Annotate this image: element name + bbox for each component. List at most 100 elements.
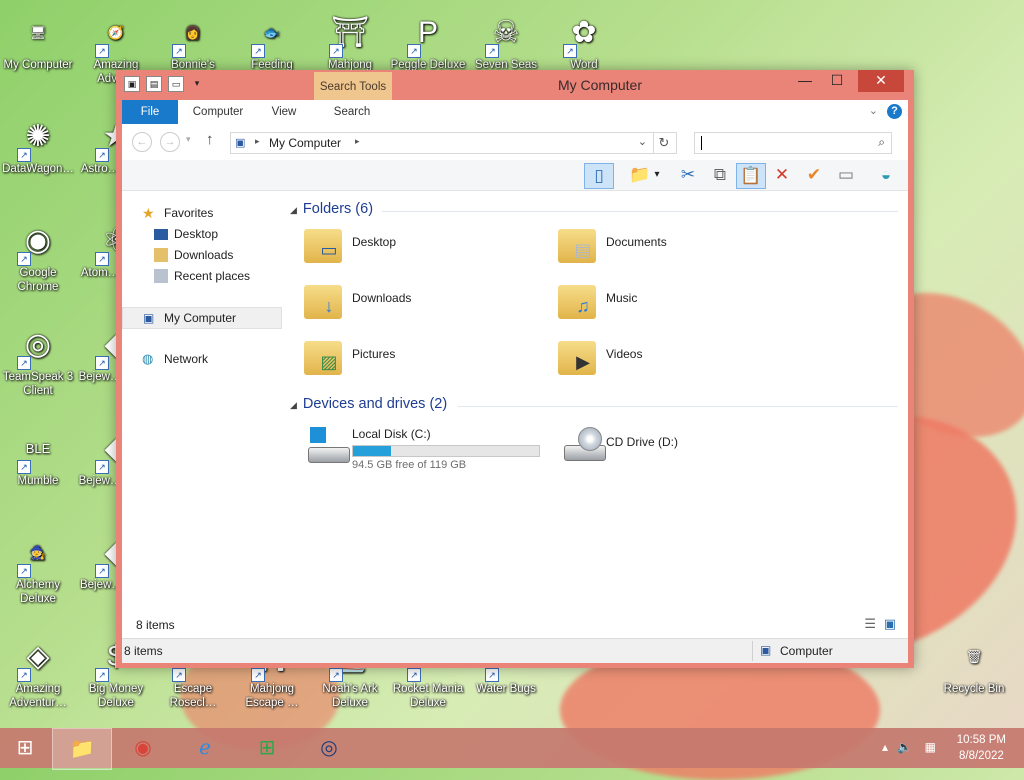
- nav-network[interactable]: ◍ Network: [122, 349, 280, 369]
- chrome-taskbar-button[interactable]: ◉: [114, 728, 172, 768]
- close-button[interactable]: ✕: [858, 70, 904, 92]
- desktop-icon-label: Big Money Deluxe: [88, 683, 144, 709]
- store-taskbar-button[interactable]: ⊞: [238, 728, 296, 768]
- desktop-icon-google-chrome[interactable]: ◉ ↗ Google Chrome: [0, 214, 76, 294]
- tab-computer[interactable]: Computer: [184, 100, 252, 124]
- app-icon: ⛩↗: [329, 16, 370, 58]
- computer-icon: ▣: [143, 311, 155, 325]
- desktop-icon-peggle-deluxe[interactable]: P ↗ Peggle Deluxe: [390, 6, 466, 72]
- folder-name: Pictures: [352, 347, 396, 361]
- folder-item-music[interactable]: ♫ Music: [544, 275, 784, 327]
- desktop-icon-alchemy-deluxe[interactable]: 🧙 ↗ Alchemy Deluxe: [0, 526, 76, 606]
- folder-item-downloads[interactable]: ↓ Downloads: [290, 275, 530, 327]
- desktop-icon-bonnie-s[interactable]: 👩 ↗ Bonnie's: [155, 6, 231, 72]
- nav-desktop[interactable]: Desktop: [122, 224, 280, 244]
- desktop-icon-amazing-adventur[interactable]: ◈ ↗ Amazing Adventur…: [0, 630, 76, 710]
- folder-icon: ▶: [556, 335, 600, 379]
- refresh-button[interactable]: ↻: [652, 132, 677, 154]
- drives-group-header[interactable]: ◢ Devices and drives (2): [290, 396, 900, 412]
- back-button[interactable]: ←: [132, 132, 152, 152]
- rename-icon[interactable]: ▭: [832, 163, 860, 187]
- search-input[interactable]: ⌕: [694, 132, 892, 154]
- desktop-icon-datawagon[interactable]: ✺ ↗ DataWagon…: [0, 110, 76, 176]
- nav-my-computer[interactable]: ▣ My Computer: [122, 307, 282, 329]
- teamspeak-taskbar-button[interactable]: ◎: [300, 728, 358, 768]
- clock-date: 8/8/2022: [959, 750, 1004, 762]
- folders-group-header[interactable]: ◢ Folders (6): [290, 201, 900, 217]
- start-button[interactable]: ⊞: [0, 728, 50, 768]
- internet-explorer-taskbar-button[interactable]: ℯ: [176, 728, 234, 768]
- nav-favorites[interactable]: ★ Favorites: [122, 203, 280, 223]
- dropdown-icon[interactable]: ▾: [650, 163, 664, 187]
- text-cursor: [701, 136, 702, 150]
- folder-item-documents[interactable]: ▤ Documents: [544, 219, 784, 271]
- desktop-icon-feeding[interactable]: 🐟 ↗ Feeding: [234, 6, 310, 72]
- desktop-icon-mumble[interactable]: BLE ↗ Mumble: [0, 422, 76, 488]
- collapse-icon[interactable]: ◢: [290, 205, 297, 215]
- delete-icon[interactable]: ✕: [768, 163, 796, 187]
- drive-usage-fill: [353, 446, 392, 456]
- desktop-icon-my-computer[interactable]: 🖥 My Computer: [0, 6, 76, 72]
- system-clock[interactable]: 10:58 PM 8/8/2022: [957, 732, 1006, 764]
- breadcrumb[interactable]: My Computer: [269, 136, 341, 150]
- folder-item-desktop[interactable]: ▭ Desktop: [290, 219, 530, 271]
- tab-search[interactable]: Search: [322, 100, 382, 124]
- folder-item-videos[interactable]: ▶ Videos: [544, 331, 784, 383]
- nav-recent-places[interactable]: Recent places: [122, 266, 280, 286]
- desktop-icon-label: Water Bugs: [476, 683, 536, 695]
- desktop-icon-recycle-bin[interactable]: 🗑 Recycle Bin: [936, 630, 1012, 696]
- paste-icon[interactable]: 📋: [736, 163, 766, 189]
- tab-view[interactable]: View: [262, 100, 306, 124]
- file-explorer-taskbar-button[interactable]: 📁: [52, 728, 112, 770]
- nav-downloads[interactable]: Downloads: [122, 245, 280, 265]
- minimize-button[interactable]: —: [790, 70, 820, 92]
- show-hidden-icons-icon[interactable]: ▴: [882, 740, 888, 754]
- app-icon: P ↗: [405, 10, 451, 58]
- clock-time: 10:58 PM: [956, 734, 1006, 746]
- desktop-icon-word[interactable]: ✿ ↗ Word: [546, 6, 622, 72]
- shortcut-arrow-icon: ↗: [17, 148, 31, 162]
- address-bar[interactable]: ▣ ▸ My Computer ▸ ⌄: [230, 132, 654, 154]
- desktop-icon: [154, 229, 168, 240]
- desktop-icon-seven-seas[interactable]: ☠ ↗ Seven Seas: [468, 6, 544, 72]
- folder-icon: ▭: [302, 223, 346, 267]
- shortcut-arrow-icon: ↗: [95, 668, 109, 682]
- ribbon-tabs: File Computer View Search ⌄ ?: [122, 100, 908, 125]
- network-status-icon[interactable]: ▦: [925, 740, 936, 754]
- breadcrumb-separator: ▸: [355, 136, 360, 146]
- command-toolbar: ▯ 📁 ▾ ✂ ⧉ 📋 ✕ ✔ ▭ ◒: [122, 160, 908, 191]
- forward-button[interactable]: →: [160, 132, 180, 152]
- preview-pane-button[interactable]: ▯: [584, 163, 614, 189]
- nav-label: Downloads: [174, 248, 234, 262]
- details-view-icon[interactable]: ☰: [864, 616, 876, 632]
- title-bar[interactable]: ▣ ▤ ▭ ▾ Search Tools My Computer — ☐ ✕: [116, 70, 914, 100]
- copy-icon[interactable]: ⧉: [706, 163, 734, 187]
- desktop-icon-teamspeak-3-client[interactable]: ◎ ↗ TeamSpeak 3 Client: [0, 318, 76, 398]
- app-icon: 🖥: [29, 25, 47, 40]
- address-row: ← → ▾ ↑ ▣ ▸ My Computer ▸ ⌄ ↻ ⌕: [122, 124, 908, 160]
- checkmark-icon[interactable]: ✔: [800, 163, 828, 187]
- folder-item-pictures[interactable]: ▨ Pictures: [290, 331, 530, 383]
- up-button[interactable]: ↑: [206, 131, 214, 148]
- chevron-down-icon[interactable]: ⌄: [869, 104, 878, 117]
- recent-locations-icon[interactable]: ▾: [186, 134, 191, 145]
- tab-file[interactable]: File: [122, 100, 178, 124]
- collapse-icon[interactable]: ◢: [290, 400, 297, 410]
- shortcut-arrow-icon: ↗: [407, 44, 421, 58]
- cut-icon[interactable]: ✂: [674, 163, 702, 187]
- large-icons-view-icon[interactable]: ▣: [884, 616, 896, 632]
- chevron-down-icon[interactable]: ⌄: [638, 135, 647, 148]
- drive-item-c[interactable]: Local Disk (C:) 94.5 GB free of 119 GB: [290, 419, 550, 471]
- search-icon[interactable]: ⌕: [878, 135, 885, 150]
- shortcut-arrow-icon: ↗: [17, 668, 31, 682]
- shortcut-arrow-icon: ↗: [17, 356, 31, 370]
- status-bar: 8 items ▣ Computer: [122, 638, 908, 663]
- app-icon: ◈ ↗: [15, 634, 61, 682]
- volume-icon[interactable]: 🔈: [897, 740, 912, 754]
- network-globe-icon[interactable]: ◒: [872, 163, 900, 187]
- desktop-icon-mahjong[interactable]: ⛩ ↗ Mahjong: [312, 6, 388, 72]
- drive-item-d[interactable]: CD Drive (D:): [544, 419, 784, 471]
- star-icon: ★: [142, 205, 155, 221]
- maximize-button[interactable]: ☐: [822, 70, 852, 92]
- help-icon[interactable]: ?: [887, 104, 902, 119]
